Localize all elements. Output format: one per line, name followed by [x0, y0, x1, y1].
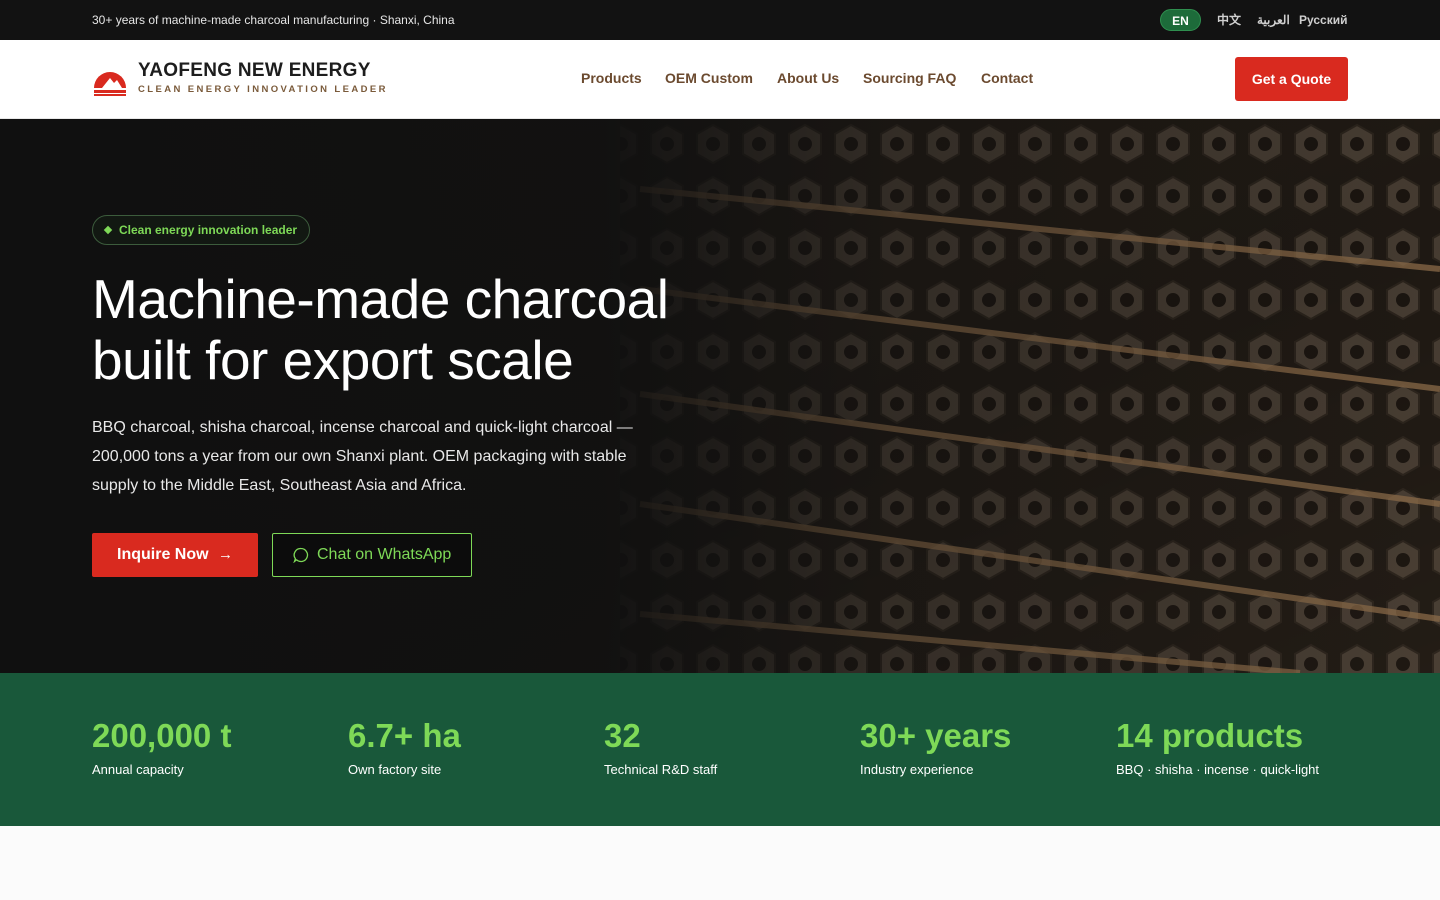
brand-tagline: CLEAN ENERGY INNOVATION LEADER [138, 84, 388, 95]
stat-label: Annual capacity [92, 762, 184, 777]
top-bar-tagline: 30+ years of machine-made charcoal manuf… [92, 13, 455, 27]
stat-value: 32 [604, 717, 641, 754]
get-quote-button[interactable]: Get a Quote [1235, 57, 1348, 101]
nav-about-us[interactable]: About Us [777, 70, 839, 86]
next-section-background [0, 826, 1440, 900]
inquire-now-label: Inquire Now [117, 546, 209, 563]
site-header: YAOFENG NEW ENERGY CLEAN ENERGY INNOVATI… [0, 40, 1440, 119]
language-ru[interactable]: Русский [1299, 10, 1348, 30]
stat-label: BBQ · shisha · incense · quick-light [1116, 762, 1320, 777]
nav-products[interactable]: Products [581, 70, 642, 86]
hero-badge: Clean energy innovation leader [92, 215, 311, 245]
language-ar[interactable]: العربية [1257, 10, 1290, 30]
arrow-right-icon: → [218, 546, 233, 563]
nav-oem-custom[interactable]: OEM Custom [665, 70, 753, 86]
brand-name[interactable]: YAOFENG NEW ENERGY [138, 60, 371, 82]
charcoal-stacks-background [0, 119, 1440, 673]
hero-title: Machine-made charcoal built for export s… [92, 269, 772, 391]
whatsapp-chat-button[interactable]: Chat on WhatsApp [272, 533, 472, 577]
stat-label: Own factory site [348, 762, 442, 777]
sunrise-logo-icon[interactable] [92, 62, 128, 98]
stat-value: 30+ years [860, 717, 1012, 754]
stat-label: Technical R&D staff [604, 762, 718, 777]
hero-description: BBQ charcoal, shisha charcoal, incense c… [92, 419, 633, 494]
stat-annual-capacity: 200,000 t Annual capacity [92, 717, 231, 777]
hero-badge-label: Clean energy innovation leader [119, 223, 298, 237]
nav-sourcing-faq[interactable]: Sourcing FAQ [863, 70, 956, 86]
hero-title-line-2: built for export scale [92, 329, 574, 391]
diamond-icon [103, 225, 113, 235]
hero-title-line-1: Machine-made charcoal [92, 268, 669, 330]
nav-contact[interactable]: Contact [981, 70, 1033, 86]
stat-value: 6.7+ ha [348, 717, 461, 754]
stat-experience: 30+ years Industry experience [860, 717, 1011, 777]
whatsapp-chat-label: Chat on WhatsApp [317, 546, 452, 563]
top-bar: 30+ years of machine-made charcoal manuf… [0, 0, 1440, 40]
stat-factory-site: 6.7+ ha Own factory site [348, 717, 461, 777]
language-en[interactable]: EN [1160, 9, 1201, 31]
stat-value: 14 products [1116, 717, 1304, 754]
language-zh[interactable]: 中文 [1217, 10, 1241, 30]
stat-label: Industry experience [860, 762, 974, 777]
stats-band: 200,000 t Annual capacity 6.7+ ha Own fa… [0, 673, 1440, 826]
inquire-now-button[interactable]: Inquire Now → [92, 533, 258, 577]
stat-rd-staff: 32 Technical R&D staff [604, 717, 717, 777]
stat-value: 200,000 t [92, 717, 232, 754]
stat-products: 14 products BBQ · shisha · incense · qui… [1116, 717, 1319, 777]
hero-section: Clean energy innovation leader Machine-m… [0, 119, 1440, 673]
whatsapp-chat-icon [293, 547, 309, 563]
